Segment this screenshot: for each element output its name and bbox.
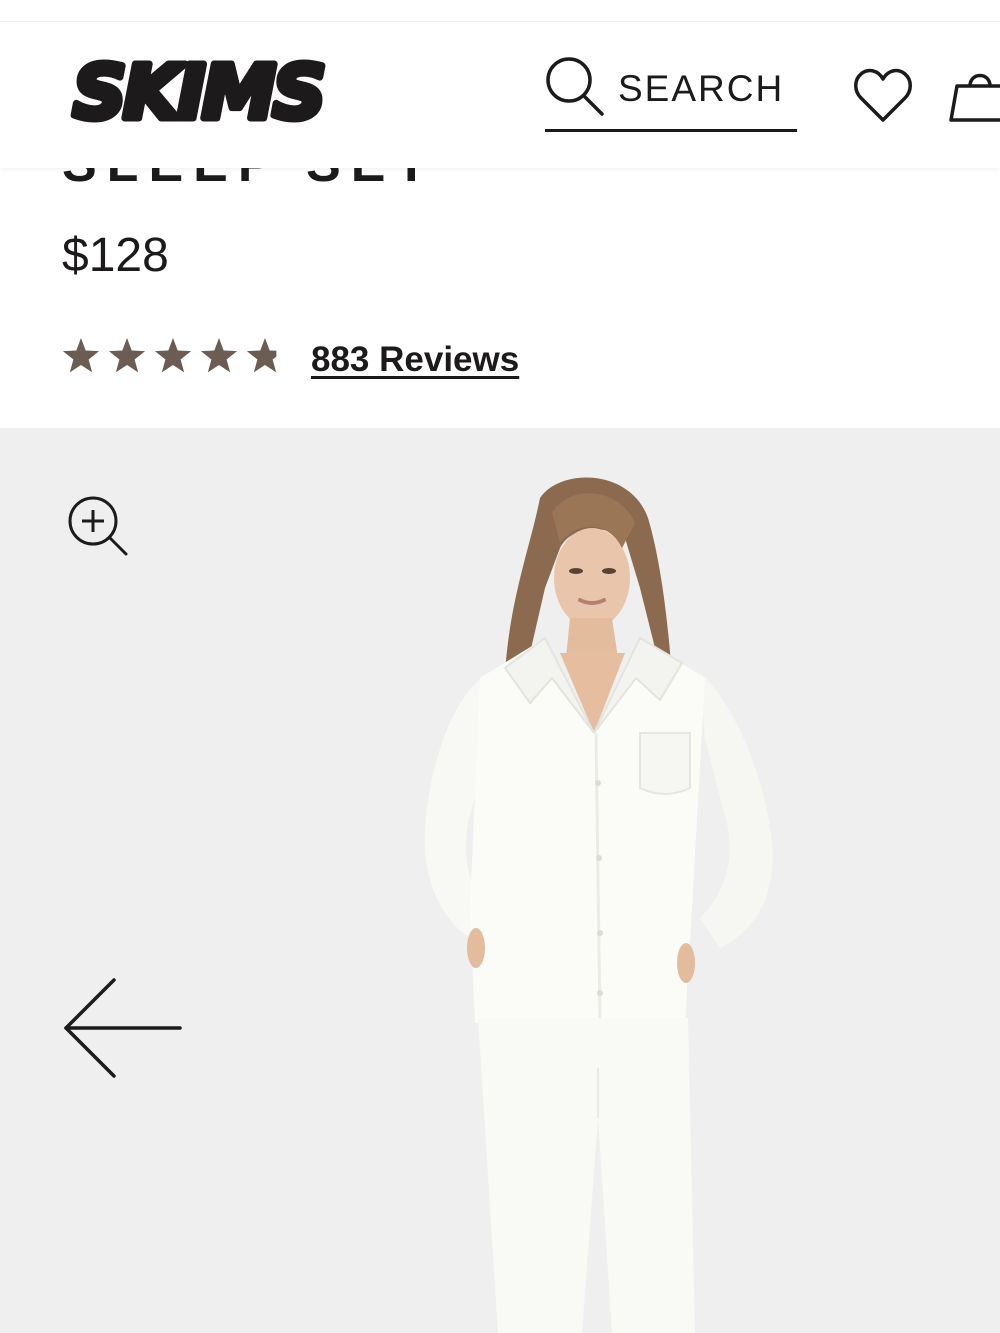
star-icon xyxy=(108,338,146,373)
svg-text:SKIMS: SKIMS xyxy=(73,58,323,128)
status-strip xyxy=(0,0,1000,22)
product-title: SLEEP SET xyxy=(62,168,462,186)
search-field[interactable]: SEARCH xyxy=(545,56,797,132)
product-image-gallery[interactable] xyxy=(0,428,1000,1333)
star-rating xyxy=(62,338,277,373)
arrow-left-icon[interactable] xyxy=(60,976,184,1080)
skims-logo[interactable]: SKIMS xyxy=(50,58,350,128)
product-price: $128 xyxy=(62,229,169,282)
star-icon xyxy=(62,338,100,373)
skims-logo-wordmark: SKIMS xyxy=(69,58,329,128)
site-header: SKIMS SEARCH xyxy=(0,22,1000,168)
star-icon xyxy=(154,338,192,373)
zoom-in-icon[interactable] xyxy=(64,492,132,560)
bag-icon xyxy=(949,73,1000,122)
product-photo xyxy=(424,477,773,1333)
star-icon xyxy=(200,338,238,373)
reviews-link[interactable]: 883 Reviews xyxy=(311,340,519,380)
bag-button[interactable] xyxy=(948,66,1000,124)
heart-icon[interactable] xyxy=(852,68,914,124)
search-icon xyxy=(546,57,604,116)
star-icon xyxy=(246,338,277,373)
search-label: SEARCH xyxy=(618,68,785,109)
